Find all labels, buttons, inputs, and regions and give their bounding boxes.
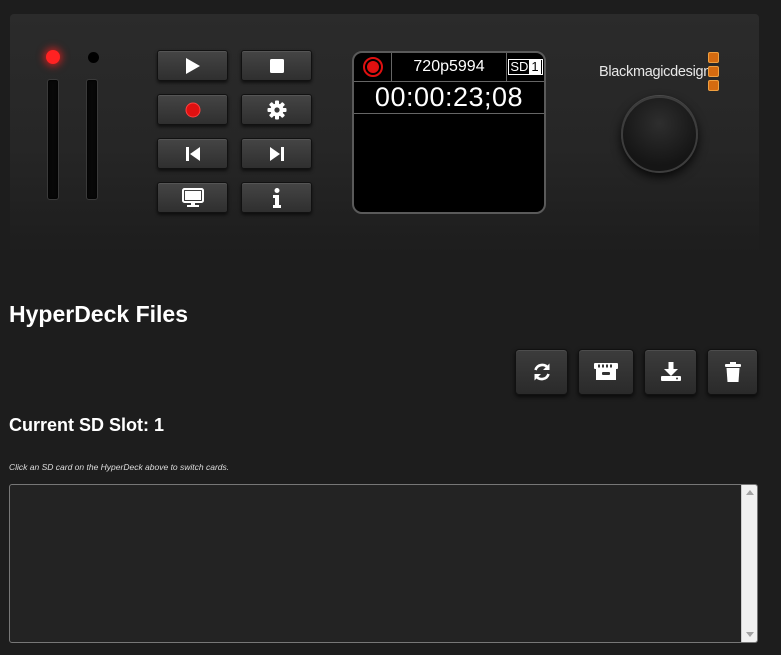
stop-icon (269, 58, 284, 73)
display-button[interactable] (157, 182, 228, 213)
record-indicator (354, 53, 392, 81)
info-button[interactable] (241, 182, 312, 213)
download-icon (660, 362, 681, 381)
status-display: 720p5994 SD 1 00:00:23;08 (352, 51, 546, 214)
brand-logo-squares (708, 52, 719, 94)
page-title: HyperDeck Files (9, 301, 188, 327)
monitor-icon (181, 187, 204, 207)
skip-forward-button[interactable] (241, 138, 312, 169)
record-status-icon (362, 57, 383, 77)
scrollbar[interactable] (741, 485, 757, 642)
cards-button[interactable] (578, 349, 634, 395)
scroll-down-icon[interactable] (746, 632, 754, 637)
play-icon (185, 57, 200, 74)
skip-back-icon (185, 146, 200, 161)
hint-text: Click an SD card on the HyperDeck above … (9, 462, 230, 472)
trash-icon (724, 362, 741, 382)
refresh-button[interactable] (515, 349, 568, 395)
stop-button[interactable] (241, 50, 312, 81)
slot1-status-led (46, 50, 60, 64)
skip-back-button[interactable] (157, 138, 228, 169)
sd-card-slot-1[interactable] (47, 79, 59, 200)
info-icon (272, 187, 281, 208)
record-button[interactable] (157, 94, 228, 125)
hyperdeck-panel: 720p5994 SD 1 00:00:23;08 Blackmagicdesig… (10, 14, 759, 254)
jog-knob[interactable] (621, 96, 698, 173)
brand-logo: Blackmagicdesign (599, 64, 712, 80)
gear-icon (267, 100, 286, 119)
timecode: 00:00:23;08 (354, 82, 544, 114)
record-icon (185, 102, 200, 117)
settings-button[interactable] (241, 94, 312, 125)
refresh-icon (533, 363, 550, 381)
delete-button[interactable] (707, 349, 758, 395)
sd-indicator: SD 1 (506, 53, 544, 81)
sd-label: SD (510, 59, 529, 74)
sd-slot-number: 1 (529, 59, 541, 74)
slot2-status-led (88, 52, 99, 63)
file-list[interactable] (9, 484, 758, 643)
skip-forward-icon (269, 146, 284, 161)
play-button[interactable] (157, 50, 228, 81)
video-format: 720p5994 (413, 58, 485, 75)
current-slot-label: Current SD Slot: 1 (9, 415, 165, 435)
scroll-up-icon[interactable] (746, 490, 754, 495)
cards-icon (594, 363, 618, 380)
download-button[interactable] (644, 349, 697, 395)
sd-card-slot-2[interactable] (86, 79, 98, 200)
